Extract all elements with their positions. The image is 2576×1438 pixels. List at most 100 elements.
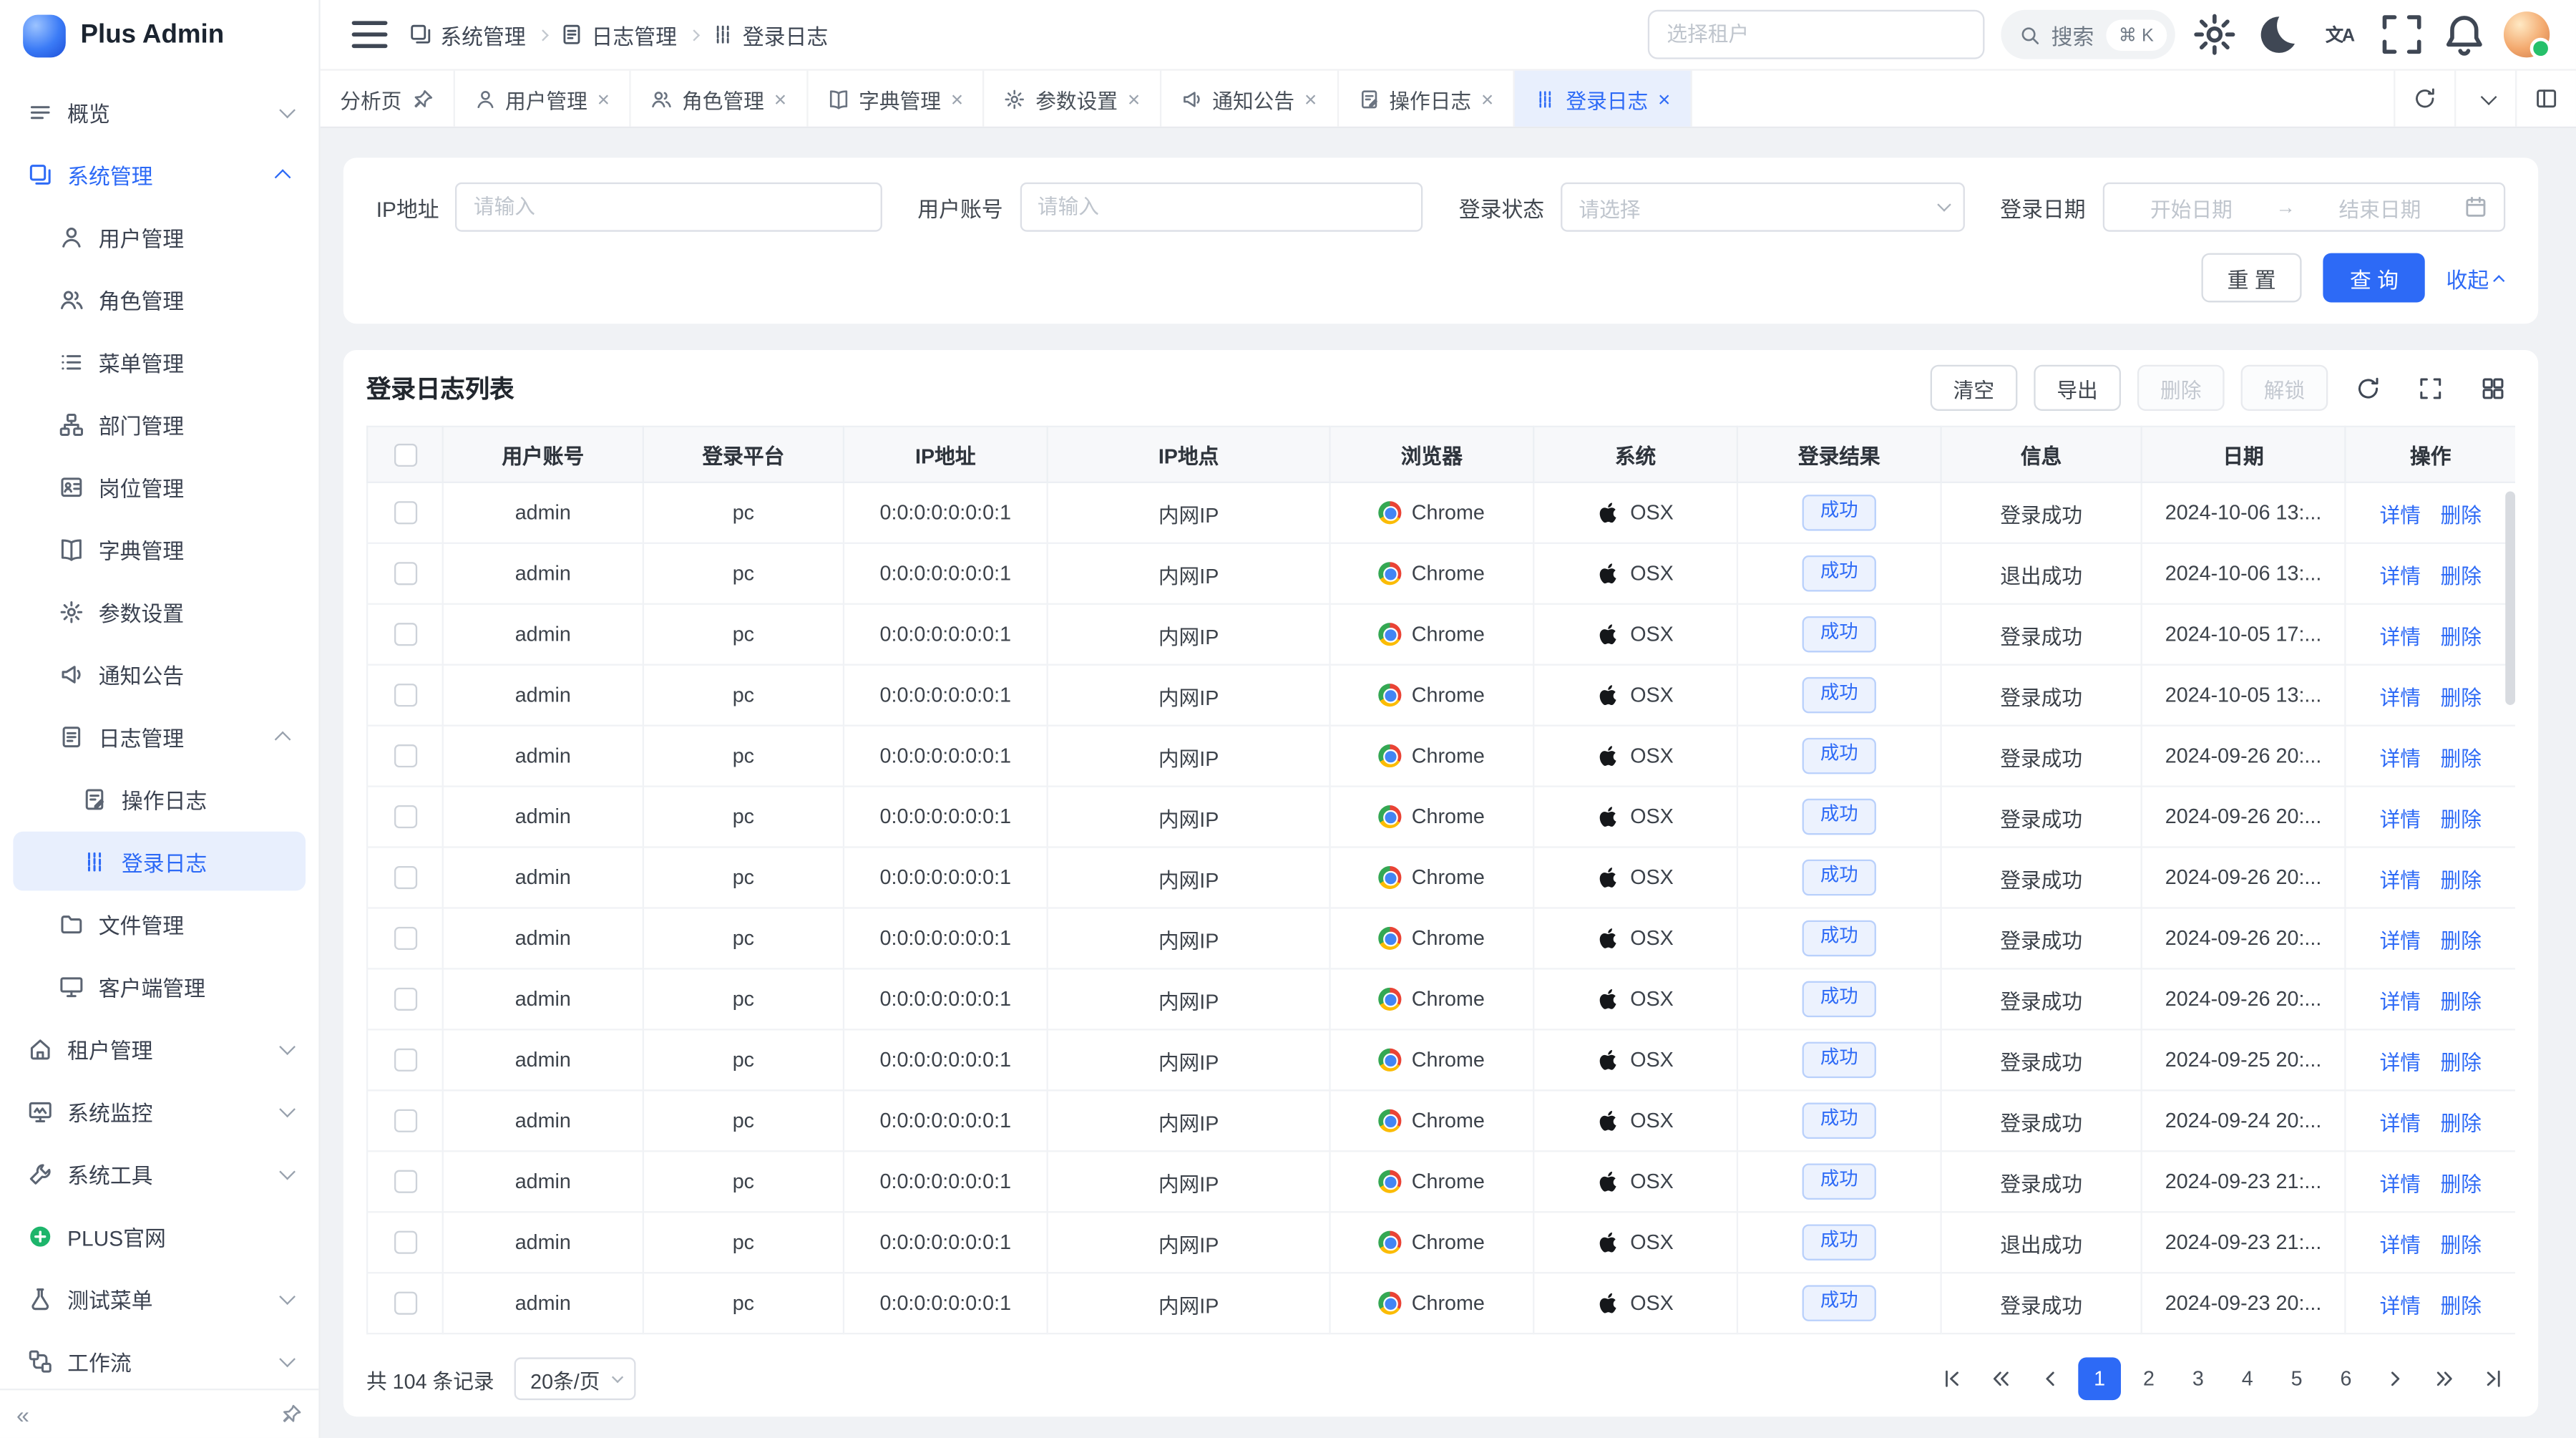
sidebar-item-overview[interactable]: 概览 [13,82,306,142]
user-avatar[interactable] [2504,11,2550,57]
breadcrumb-login-log[interactable]: 登录日志 [711,19,828,50]
sidebar-item-system-tools[interactable]: 系统工具 [13,1144,306,1203]
delete-link[interactable]: 删除 [2441,1294,2482,1317]
delete-link[interactable]: 删除 [2441,1051,2482,1074]
sidebar-item-system-management[interactable]: 系统管理 [13,145,306,204]
tab-user-management[interactable]: 用户管理× [454,71,631,127]
row-checkbox[interactable] [394,1049,416,1072]
delete-button[interactable]: 删除 [2137,365,2225,411]
tab-close-icon[interactable]: × [597,88,610,110]
delete-link[interactable]: 删除 [2441,565,2482,588]
unlock-button[interactable]: 解锁 [2241,365,2328,411]
sidebar-item-file-management[interactable]: 文件管理 [13,894,306,953]
row-checkbox[interactable] [394,1231,416,1254]
sidebar-item-client-management[interactable]: 客户端管理 [13,956,306,1016]
query-button[interactable]: 查 询 [2323,253,2424,303]
detail-link[interactable]: 详情 [2380,686,2421,709]
prev-page-button[interactable] [2029,1357,2072,1400]
row-checkbox[interactable] [394,623,416,646]
delete-link[interactable]: 删除 [2441,686,2482,709]
row-checkbox[interactable] [394,1292,416,1315]
user-account-input[interactable] [1020,183,1423,232]
select-all-checkbox[interactable] [394,444,416,467]
reset-button[interactable]: 重 置 [2201,253,2302,303]
delete-link[interactable]: 删除 [2441,626,2482,648]
tab-close-icon[interactable]: × [1481,88,1493,110]
detail-link[interactable]: 详情 [2380,868,2421,891]
tab-close-icon[interactable]: × [1304,88,1317,110]
refresh-table-button[interactable] [2344,365,2390,411]
next-more-button[interactable] [2423,1357,2466,1400]
detail-link[interactable]: 详情 [2380,1233,2421,1256]
page-size-select[interactable]: 20条/页 [514,1357,636,1400]
row-checkbox[interactable] [394,745,416,768]
fullscreen-table-button[interactable] [2406,365,2452,411]
detail-link[interactable]: 详情 [2380,626,2421,648]
page-button-1[interactable]: 1 [2078,1357,2121,1400]
sidebar-item-dict-management[interactable]: 字典管理 [13,520,306,579]
delete-link[interactable]: 删除 [2441,1112,2482,1135]
global-search[interactable]: 搜索 ⌘ K [2000,10,2175,59]
detail-link[interactable]: 详情 [2380,807,2421,830]
sidebar-item-menu-management[interactable]: 菜单管理 [13,332,306,392]
next-page-button[interactable] [2374,1357,2417,1400]
tab-param-settings[interactable]: 参数设置× [985,71,1161,127]
detail-link[interactable]: 详情 [2380,929,2421,952]
row-checkbox[interactable] [394,988,416,1011]
column-settings-button[interactable] [2469,365,2515,411]
tab-notice[interactable]: 通知公告× [1161,71,1338,127]
detail-link[interactable]: 详情 [2380,1172,2421,1195]
delete-link[interactable]: 删除 [2441,504,2482,527]
export-button[interactable]: 导出 [2034,365,2121,411]
detail-link[interactable]: 详情 [2380,565,2421,588]
tab-close-icon[interactable]: × [951,88,963,110]
page-button-2[interactable]: 2 [2127,1357,2170,1400]
row-checkbox[interactable] [394,1110,416,1133]
table-scrollbar[interactable] [2505,491,2515,704]
row-checkbox[interactable] [394,502,416,525]
detail-link[interactable]: 详情 [2380,990,2421,1013]
last-page-button[interactable] [2472,1357,2515,1400]
tab-actions-dropdown[interactable] [2454,71,2515,127]
row-checkbox[interactable] [394,928,416,951]
sidebar-item-role-management[interactable]: 角色管理 [13,270,306,329]
tab-dict-management[interactable]: 字典管理× [808,71,985,127]
layout-toggle-button[interactable] [2515,71,2576,127]
page-button-6[interactable]: 6 [2325,1357,2368,1400]
collapse-filters-link[interactable]: 收起 [2446,262,2506,293]
tab-login-log[interactable]: 登录日志× [1515,71,1692,127]
prev-more-button[interactable] [1980,1357,2023,1400]
detail-link[interactable]: 详情 [2380,1294,2421,1317]
sidebar-item-param-settings[interactable]: 参数设置 [13,582,306,641]
page-button-4[interactable]: 4 [2226,1357,2269,1400]
detail-link[interactable]: 详情 [2380,1112,2421,1135]
refresh-tab-button[interactable] [2394,71,2454,127]
tab-oper-log[interactable]: 操作日志× [1338,71,1515,127]
delete-link[interactable]: 删除 [2441,747,2482,769]
dark-mode-moon-icon[interactable] [2254,11,2300,57]
first-page-button[interactable] [1931,1357,1974,1400]
row-checkbox[interactable] [394,1170,416,1193]
row-checkbox[interactable] [394,563,416,586]
page-button-5[interactable]: 5 [2275,1357,2318,1400]
sidebar-item-plus-site[interactable]: PLUS官网 [13,1206,306,1265]
delete-link[interactable]: 删除 [2441,807,2482,830]
sidebar-item-user-management[interactable]: 用户管理 [13,207,306,266]
tab-role-management[interactable]: 角色管理× [631,71,808,127]
delete-link[interactable]: 删除 [2441,868,2482,891]
tab-analysis[interactable]: 分析页 [321,71,454,127]
breadcrumb-log-management[interactable]: 日志管理 [560,19,677,50]
detail-link[interactable]: 详情 [2380,504,2421,527]
sidebar-item-dept-management[interactable]: 部门管理 [13,394,306,454]
row-checkbox[interactable] [394,684,416,707]
detail-link[interactable]: 详情 [2380,1051,2421,1074]
sidebar-item-workflow[interactable]: 工作流 [13,1331,306,1389]
tenant-select-input[interactable] [1647,10,1984,59]
row-checkbox[interactable] [394,806,416,829]
sidebar-item-test-menu[interactable]: 测试菜单 [13,1268,306,1328]
sidebar-item-log-management[interactable]: 日志管理 [13,706,306,766]
tab-close-icon[interactable]: × [1658,88,1670,110]
fullscreen-icon[interactable] [2379,11,2424,57]
login-date-picker[interactable]: 开始日期→结束日期 [2102,183,2506,232]
pin-icon[interactable] [281,1404,303,1425]
